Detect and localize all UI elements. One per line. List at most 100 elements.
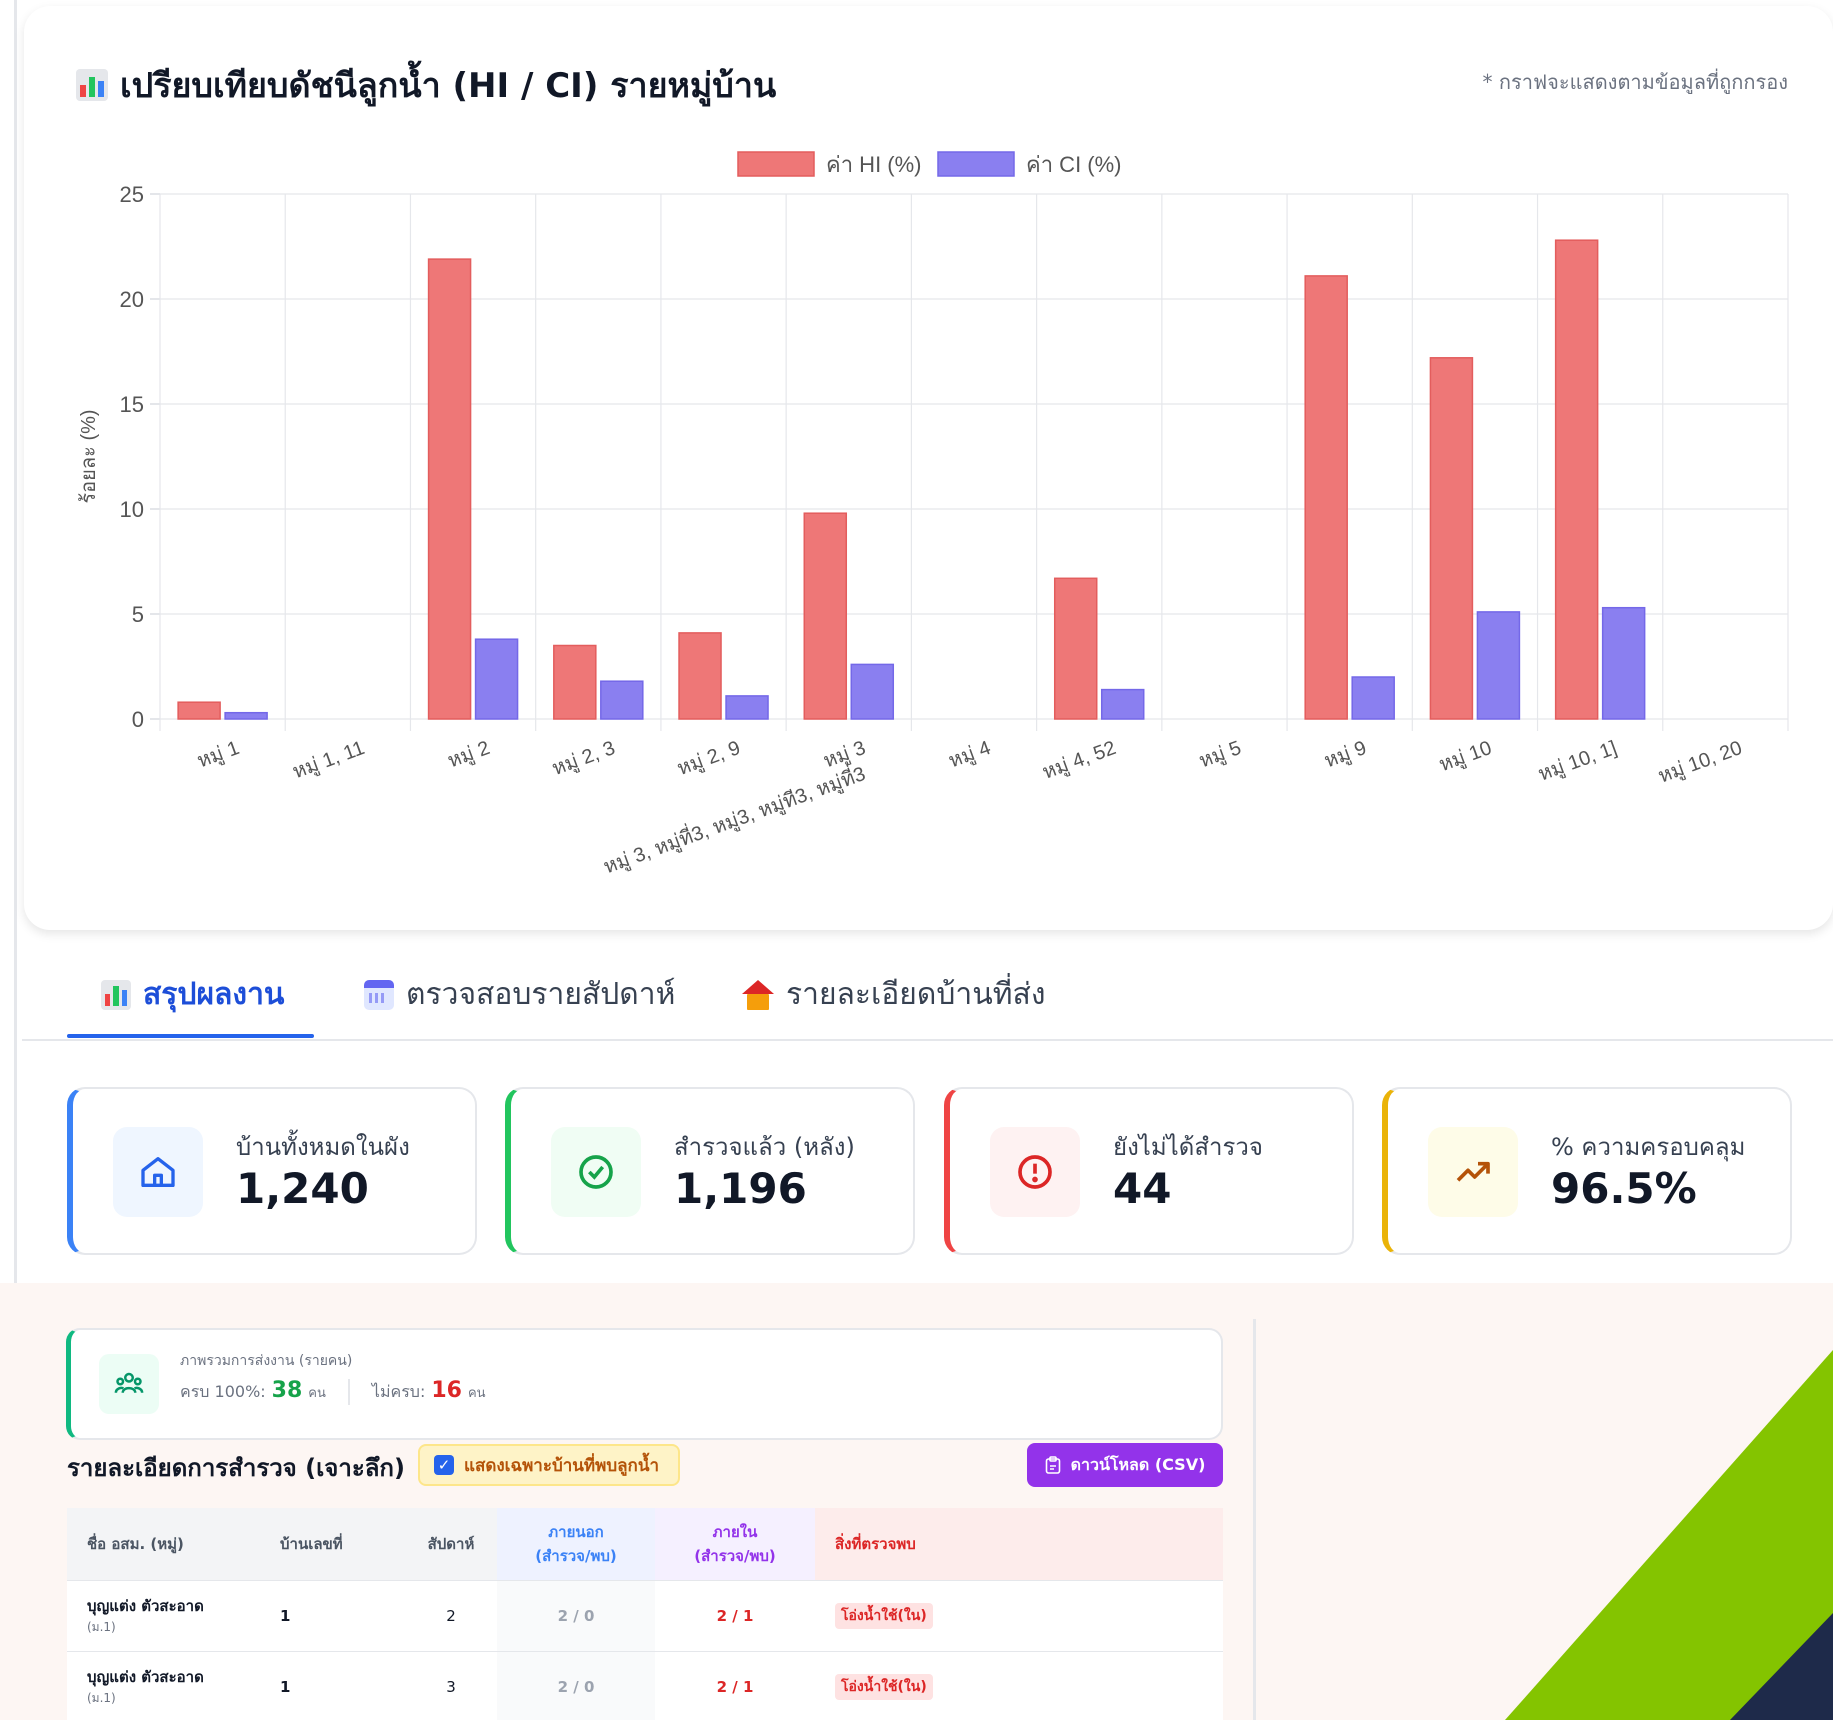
x-tick-label: หมู่ 4 — [946, 737, 994, 773]
home-icon — [113, 1127, 203, 1217]
y-tick-label: 5 — [132, 602, 144, 627]
stat-value: 44 — [1113, 1164, 1172, 1213]
tab-weekly-check[interactable]: ตรวจสอบรายสัปดาห์ — [364, 971, 675, 1018]
bar-hi — [1304, 275, 1348, 720]
table-row[interactable]: บุญแต่ง ตัวสะอาด (ม.1) 1 3 2 / 0 2 / 1 โ… — [67, 1650, 1223, 1720]
y-tick-label: 0 — [132, 707, 144, 732]
y-tick-label: 20 — [120, 287, 144, 312]
stat-label: % ความครอบคลุม — [1551, 1133, 1746, 1161]
check-circle-icon — [551, 1127, 641, 1217]
x-tick-label: หมู่ 10 — [1436, 737, 1495, 777]
clipboard-icon — [1045, 1456, 1060, 1474]
x-tick-label: หมู่ 3, หมู่ที่3, หมู่3, หมู่ที3, หมู่ที… — [599, 759, 869, 879]
col-header-outside[interactable]: ภายนอก (สำรวจ/พบ) — [497, 1508, 655, 1580]
survey-detail-table: ชื่อ อสม. (หมู่) บ้านเลขที่ สัปดาห์ ภายน… — [67, 1508, 1223, 1720]
found-tag: โอ่งน้ำใช้(ใน) — [835, 1602, 933, 1629]
bar-ci — [850, 663, 895, 720]
cell-found: โอ่งน้ำใช้(ใน) — [815, 1579, 1223, 1651]
bar-ci — [1100, 688, 1145, 720]
bar-ci — [1476, 611, 1521, 720]
alert-circle-icon — [990, 1127, 1080, 1217]
col-header-name[interactable]: ชื่อ อสม. (หมู่) — [67, 1508, 260, 1580]
cell-outside: 2 / 0 — [497, 1579, 655, 1651]
cell-name: บุญแต่ง ตัวสะอาด (ม.1) — [67, 1650, 260, 1720]
village-label: (ม.1) — [87, 1691, 116, 1706]
col-header-found[interactable]: สิ่งที่ตรวจพบ — [815, 1508, 1223, 1580]
table-row[interactable]: บุญแต่ง ตัวสะอาด (ม.1) 1 2 2 / 0 2 / 1 โ… — [67, 1579, 1223, 1651]
summary-counts: ครบ 100%: 38 คน ไม่ครบ: 16 คน — [180, 1378, 486, 1405]
survey-detail-section: ภาพรวมการส่งงาน (รายคน) ครบ 100%: 38 คน … — [0, 1283, 1833, 1720]
bar-ci — [600, 680, 644, 720]
cell-inside: 2 / 1 — [655, 1579, 815, 1651]
bar-hi — [177, 701, 221, 720]
incomplete-label: ไม่ครบ: — [371, 1382, 426, 1401]
divider — [347, 1378, 350, 1405]
dashboard-upper: เปรียบเทียบดัชนีลูกน้ำ (HI / CI) รายหมู่… — [0, 0, 1833, 1283]
tab-label: ตรวจสอบรายสัปดาห์ — [406, 977, 676, 1012]
tab-label: รายละเอียดบ้านที่ส่ง — [786, 977, 1046, 1012]
stat-card-not-surveyed: ยังไม่ได้สำรวจ 44 — [944, 1087, 1354, 1255]
x-tick-label: หมู่ 2, 3 — [549, 737, 618, 781]
header-line: (สำรวจ/พบ) — [694, 1546, 776, 1565]
stat-label: ยังไม่ได้สำรวจ — [1113, 1133, 1263, 1161]
download-csv-button[interactable]: ดาวน์โหลด (CSV) — [1027, 1443, 1223, 1487]
stat-card-coverage: % ความครอบคลุม 96.5% — [1382, 1087, 1792, 1255]
x-tick-label: หมู่ 9 — [1321, 737, 1369, 773]
x-tick-label: หมู่ 10, 20 — [1655, 737, 1745, 789]
submission-summary-card: ภาพรวมการส่งงาน (รายคน) ครบ 100%: 38 คน … — [66, 1328, 1223, 1440]
cell-inside: 2 / 1 — [655, 1650, 815, 1720]
header-line: ภายใน — [712, 1522, 758, 1541]
summary-title: ภาพรวมการส่งงาน (รายคน) — [180, 1353, 353, 1369]
stat-label: สำรวจแล้ว (หลัง) — [674, 1133, 855, 1161]
bar-hi — [1429, 357, 1474, 720]
legend-swatch — [937, 151, 1015, 177]
cell-found: โอ่งน้ำใช้(ใน) — [815, 1650, 1223, 1720]
checkbox-checked-icon[interactable]: ✓ — [434, 1455, 454, 1475]
calendar-icon — [364, 979, 394, 1010]
volunteer-name: บุญแต่ง ตัวสะอาด — [87, 1597, 204, 1615]
volunteer-name: บุญแต่ง ตัวสะอาด — [87, 1668, 204, 1687]
active-tab-indicator — [67, 1034, 314, 1038]
x-tick-label: หมู่ 10, 1] — [1535, 737, 1620, 787]
stat-card-surveyed: สำรวจแล้ว (หลัง) 1,196 — [505, 1087, 915, 1255]
stat-label: บ้านทั้งหมดในผัง — [236, 1133, 410, 1161]
cell-week: 2 — [405, 1579, 497, 1651]
tab-bar: สรุปผลงาน ตรวจสอบรายสัปดาห์ รายละเอียดบ้… — [22, 945, 1833, 1041]
legend-label: ค่า HI (%) — [826, 152, 922, 177]
y-tick-label: 10 — [120, 497, 144, 522]
x-tick-label: หมู่ 2, 9 — [674, 737, 743, 781]
bar-ci — [725, 695, 769, 720]
col-header-inside[interactable]: ภายใน (สำรวจ/พบ) — [655, 1508, 815, 1580]
found-larvae-filter[interactable]: ✓ แสดงเฉพาะบ้านที่พบลูกน้ำ — [418, 1444, 680, 1486]
tab-summary[interactable]: สรุปผลงาน — [101, 971, 284, 1018]
complete-count: 38 — [271, 1378, 303, 1403]
tab-house-details[interactable]: รายละเอียดบ้านที่ส่ง — [742, 971, 1046, 1018]
filter-label: แสดงเฉพาะบ้านที่พบลูกน้ำ — [464, 1455, 659, 1476]
users-icon — [99, 1354, 159, 1414]
bar-hi — [803, 512, 848, 720]
stat-card-total-houses: บ้านทั้งหมดในผัง 1,240 — [67, 1087, 477, 1255]
x-tick-label: หมู่ 2 — [445, 737, 493, 773]
header-line: (สำรวจ/พบ) — [535, 1546, 617, 1565]
bar-chart-icon — [101, 979, 131, 1010]
bar-hi — [678, 632, 722, 720]
y-tick-label: 15 — [120, 392, 144, 417]
bar-hi — [427, 258, 472, 720]
x-tick-label: หมู่ 1, 11 — [290, 737, 368, 784]
cell-outside: 2 / 0 — [497, 1650, 655, 1720]
legend-label: ค่า CI (%) — [1026, 152, 1122, 177]
col-header-house[interactable]: บ้านเลขที่ — [260, 1508, 405, 1580]
village-label: (ม.1) — [87, 1620, 116, 1634]
stat-value: 96.5% — [1551, 1164, 1697, 1213]
tab-label: สรุปผลงาน — [143, 977, 285, 1012]
header-line: ภายนอก — [548, 1522, 604, 1541]
complete-label: ครบ 100%: — [180, 1382, 266, 1401]
cell-house: 1 — [260, 1650, 405, 1720]
unit-label: คน — [308, 1386, 326, 1401]
hi-ci-bar-chart: 0 5 10 15 20 25 หมู่ 1 หมู่ 1, 11 หมู่ 2 หมู่ 2, … — [78, 151, 1789, 879]
y-tick-label: 25 — [120, 182, 144, 207]
col-header-week[interactable]: สัปดาห์ — [405, 1508, 497, 1580]
bar-hi — [1053, 577, 1098, 720]
stat-value: 1,240 — [236, 1164, 369, 1213]
detail-title: รายละเอียดการสำรวจ (เจาะลึก) — [67, 1454, 405, 1482]
